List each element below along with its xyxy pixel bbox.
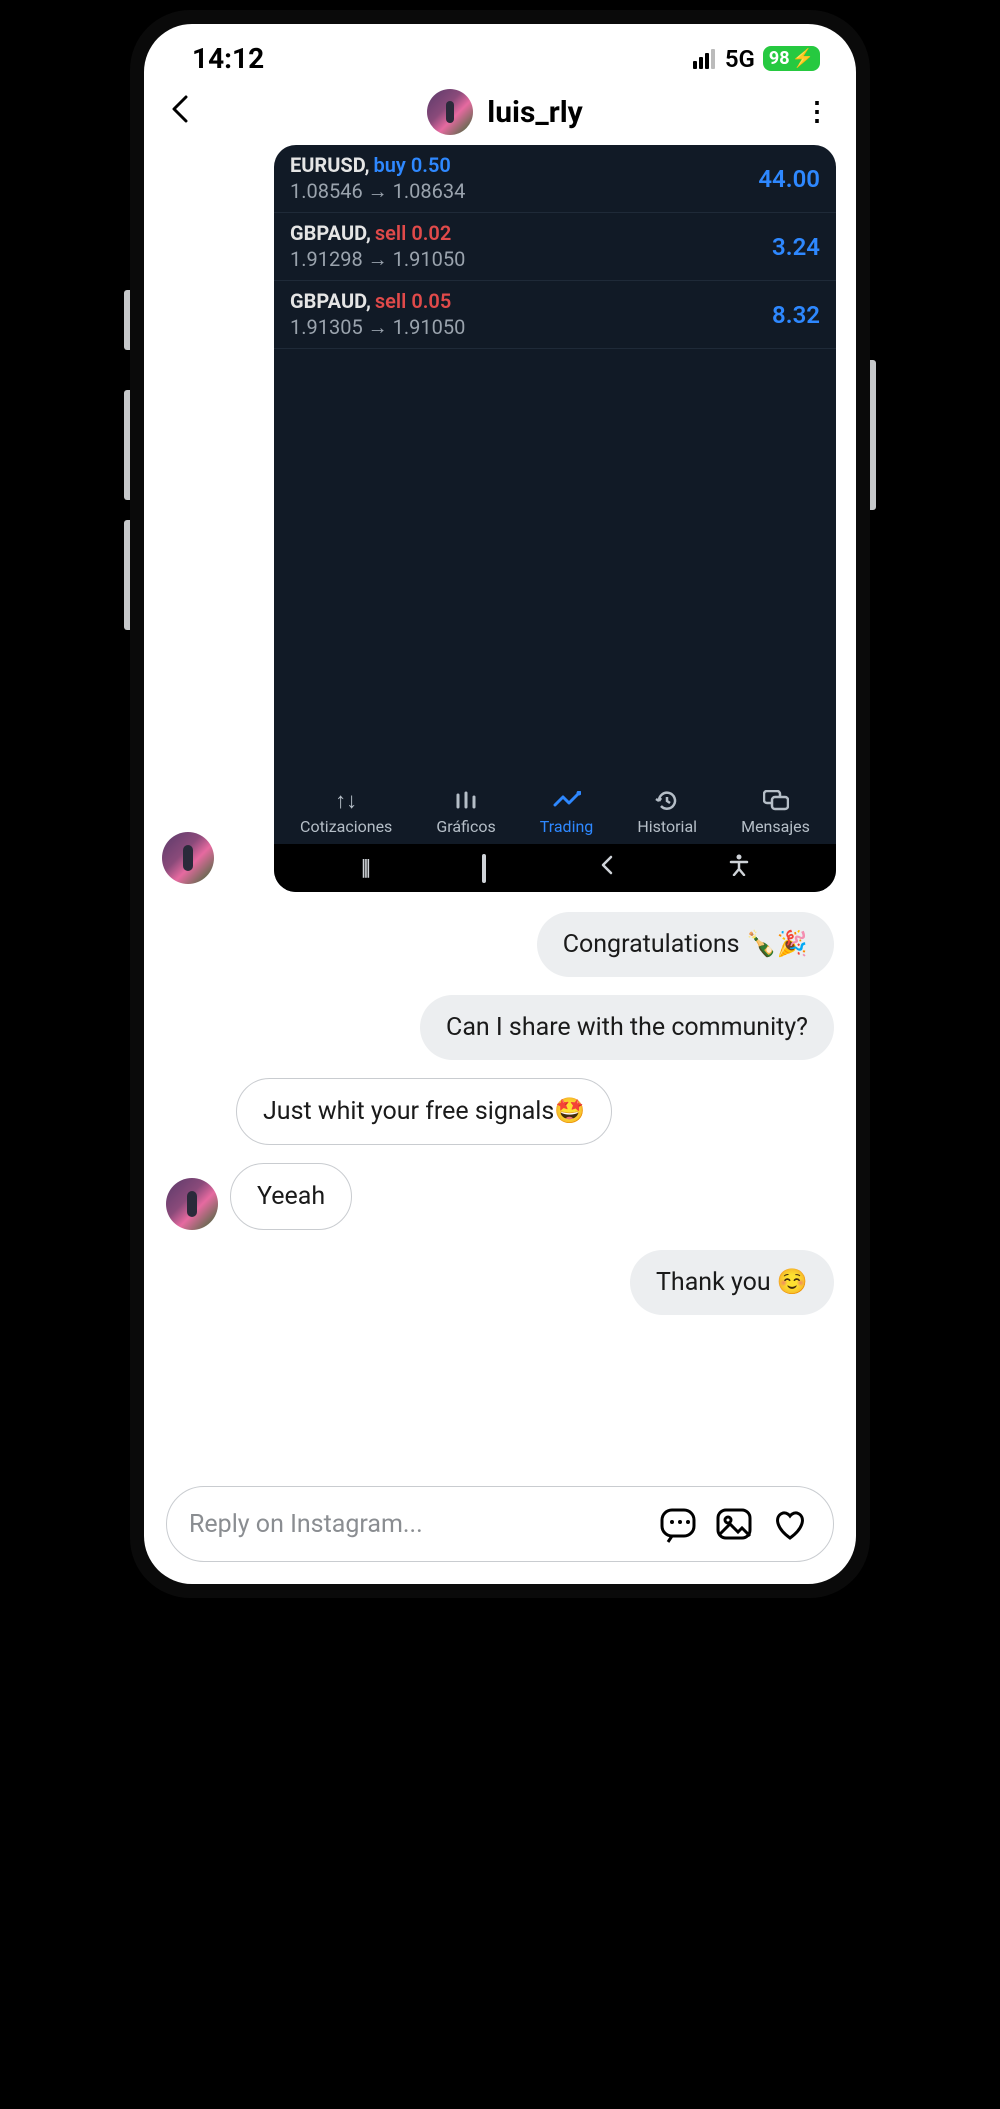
signal-icon <box>693 49 715 69</box>
sent-bubble[interactable]: Congratulations 🍾🎉 <box>537 912 834 977</box>
battery-badge: 98⚡ <box>763 46 820 71</box>
header-username[interactable]: luis_rly <box>487 95 582 130</box>
message-row: Just whit your free signals🤩 <box>166 1078 834 1145</box>
trade-empty-area <box>274 349 836 779</box>
phone-side-button <box>124 290 130 350</box>
android-nav-bar: ||| <box>274 844 836 892</box>
trade-value: 44.00 <box>758 165 820 193</box>
history-icon <box>655 789 679 813</box>
heart-icon[interactable] <box>769 1503 811 1545</box>
charts-icon <box>454 789 478 813</box>
received-bubble[interactable]: Just whit your free signals🤩 <box>236 1078 612 1145</box>
message-image-row: EURUSD, buy 0.50 1.08546 → 1.08634 44.00… <box>144 145 856 892</box>
status-bar: 14:12 5G 98⚡ <box>144 42 856 83</box>
gallery-icon[interactable] <box>713 1503 755 1545</box>
network-label: 5G <box>725 45 755 73</box>
sent-bubble[interactable]: Can I share with the community? <box>420 995 834 1060</box>
tab-cotizaciones[interactable]: ↑↓ Cotizaciones <box>300 789 392 836</box>
more-options-button[interactable]: ⋮ <box>800 97 830 127</box>
trade-pair: GBPAUD, <box>290 289 371 313</box>
reply-input[interactable]: Reply on Instagram... <box>166 1486 834 1562</box>
quotes-icon: ↑↓ <box>335 789 357 813</box>
trade-row: GBPAUD, sell 0.02 1.91298 → 1.91050 3.24 <box>274 213 836 281</box>
sender-avatar[interactable] <box>166 1178 218 1230</box>
message-row: Thank you ☺️ <box>166 1250 834 1315</box>
phone-power-button <box>870 360 876 510</box>
trade-direction: buy 0.50 <box>374 153 451 177</box>
message-row: Can I share with the community? <box>166 995 834 1060</box>
android-back-icon[interactable] <box>599 855 615 881</box>
embedded-screenshot[interactable]: EURUSD, buy 0.50 1.08546 → 1.08634 44.00… <box>274 145 836 892</box>
messages-icon <box>763 789 789 813</box>
tab-graficos[interactable]: Gráficos <box>436 789 495 836</box>
sender-avatar[interactable] <box>162 832 214 884</box>
trade-direction: sell 0.02 <box>375 221 451 245</box>
back-button[interactable] <box>170 93 210 131</box>
chat-header: luis_rly ⋮ <box>144 83 856 145</box>
screen: 14:12 5G 98⚡ luis_rly ⋮ <box>144 24 856 1584</box>
trade-pair: EURUSD, <box>290 153 370 177</box>
trade-row: EURUSD, buy 0.50 1.08546 → 1.08634 44.00 <box>274 145 836 213</box>
android-recents-icon[interactable]: ||| <box>361 856 368 881</box>
trade-row: GBPAUD, sell 0.05 1.91305 → 1.91050 8.32 <box>274 281 836 349</box>
message-row: Congratulations 🍾🎉 <box>166 912 834 977</box>
received-bubble[interactable]: Yeeah <box>230 1163 352 1230</box>
header-avatar[interactable] <box>427 89 473 135</box>
message-row: Yeeah <box>166 1163 834 1230</box>
status-time: 14:12 <box>192 42 264 75</box>
reply-placeholder: Reply on Instagram... <box>189 1510 643 1539</box>
trade-prices: 1.08546 → 1.08634 <box>290 179 465 204</box>
tab-mensajes[interactable]: Mensajes <box>741 789 810 836</box>
trading-icon <box>553 789 581 813</box>
messages-list: Congratulations 🍾🎉 Can I share with the … <box>144 892 856 1315</box>
status-right: 5G 98⚡ <box>693 45 820 73</box>
phone-volume-down <box>124 520 130 630</box>
trade-prices: 1.91305 → 1.91050 <box>290 315 465 340</box>
phone-volume-up <box>124 390 130 500</box>
trade-prices: 1.91298 → 1.91050 <box>290 247 465 272</box>
tab-trading[interactable]: Trading <box>540 789 594 836</box>
phone-frame: 14:12 5G 98⚡ luis_rly ⋮ <box>130 10 870 1598</box>
trade-pair: GBPAUD, <box>290 221 371 245</box>
tab-historial[interactable]: Historial <box>637 789 697 836</box>
android-home-icon[interactable] <box>482 856 486 881</box>
trading-app-tabs: ↑↓ Cotizaciones Gráficos Trading <box>274 779 836 844</box>
trade-value: 3.24 <box>772 233 820 261</box>
sent-bubble[interactable]: Thank you ☺️ <box>630 1250 834 1315</box>
android-accessibility-icon[interactable] <box>729 854 749 882</box>
sticker-icon[interactable] <box>657 1503 699 1545</box>
trade-value: 8.32 <box>772 301 820 329</box>
trade-direction: sell 0.05 <box>375 289 451 313</box>
